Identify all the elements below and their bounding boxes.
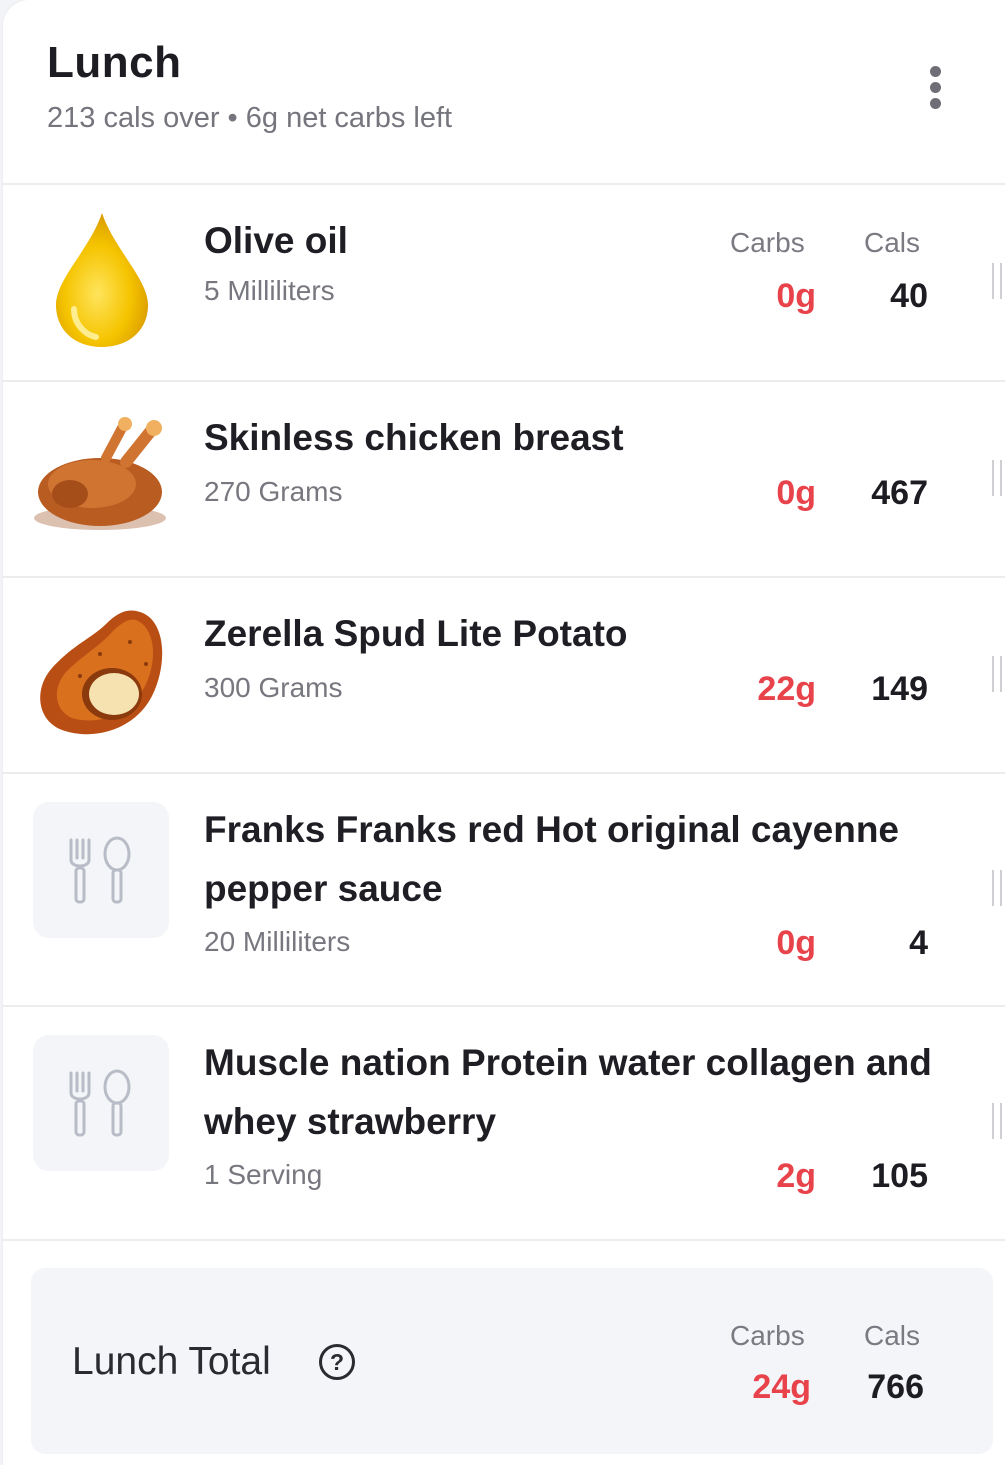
food-cals: 467 [871,474,928,512]
drag-handle-icon[interactable] [992,460,1002,496]
drag-handle-icon[interactable] [992,1103,1002,1139]
food-carbs: 0g [776,924,816,962]
food-cals: 149 [871,670,928,708]
olive-oil-drop-icon [56,213,148,347]
food-quantity: 300 Grams [204,672,343,703]
food-name: Skinless chicken breast [204,417,624,458]
food-row[interactable]: Skinless chicken breast 270 Grams 0g 467 [3,382,1005,578]
total-carbs: 24g [752,1368,811,1406]
total-cals-header: Cals [864,1320,921,1351]
meal-card: Lunch 213 cals over • 6g net carbs left … [3,0,1005,1465]
food-row[interactable]: Olive oil 5 Milliliters Carbs Cals 0g 40 [3,185,1005,382]
cals-column-header: Cals [864,227,921,258]
meal-summary: 213 cals over • 6g net carbs left [47,102,453,134]
food-row[interactable]: Franks Franks red Hot original cayenne p… [3,774,1005,1007]
roast-chicken-icon [34,417,166,530]
carbs-column-header: Carbs [730,227,805,258]
food-row[interactable]: Muscle nation Protein water collagen and… [3,1007,1005,1241]
question-circle-icon[interactable]: ? [319,1344,355,1380]
drag-handle-icon[interactable] [992,870,1002,906]
food-name: Franks Franks red Hot original cayenne p… [204,809,899,909]
meal-total: Lunch Total ? Carbs Cals 24g 766 [31,1268,993,1454]
food-cals: 105 [871,1157,928,1195]
food-carbs: 22g [757,670,816,708]
food-quantity: 20 Milliliters [204,926,351,957]
total-carbs-header: Carbs [730,1320,805,1351]
food-name: Muscle nation Protein water collagen and… [204,1042,932,1142]
food-placeholder [33,1035,169,1171]
meal-title: Lunch [47,38,182,87]
food-row[interactable]: Zerella Spud Lite Potato 300 Grams 22g 1… [3,578,1005,774]
food-carbs: 0g [776,474,816,512]
food-cals: 40 [890,277,928,315]
food-quantity: 270 Grams [204,476,343,507]
food-quantity: 1 Serving [204,1159,323,1190]
potato-icon [40,610,163,735]
more-options-icon[interactable] [921,62,951,114]
fork-spoon-icon [69,836,131,904]
food-carbs: 2g [776,1157,816,1195]
food-quantity: 5 Milliliters [204,275,335,306]
food-name: Olive oil [204,220,348,261]
food-cals: 4 [909,924,928,962]
fork-spoon-icon [69,1069,131,1137]
food-placeholder [33,802,169,938]
total-cals: 766 [867,1368,924,1406]
total-label: Lunch Total [72,1340,271,1383]
food-name: Zerella Spud Lite Potato [204,613,628,654]
meal-header: Lunch 213 cals over • 6g net carbs left [3,0,1005,185]
drag-handle-icon[interactable] [992,263,1002,299]
food-carbs: 0g [776,277,816,315]
drag-handle-icon[interactable] [992,656,1002,692]
